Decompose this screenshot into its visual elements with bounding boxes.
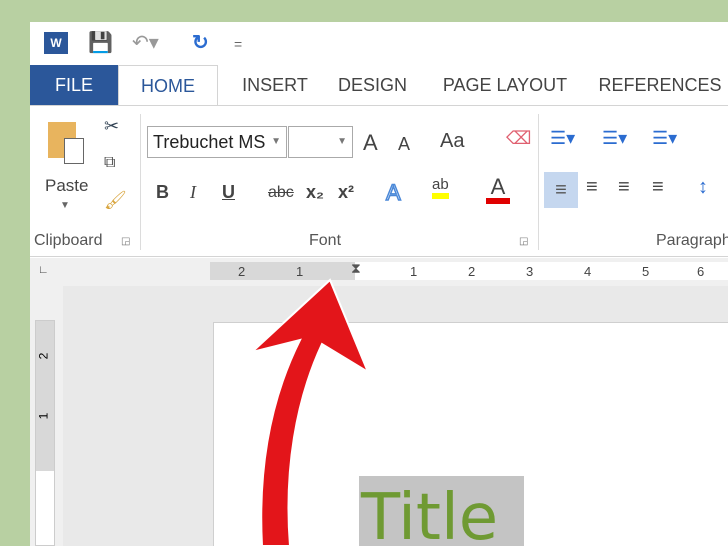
red-arrow-annotation	[251, 278, 371, 546]
arrow-icon	[251, 278, 371, 546]
